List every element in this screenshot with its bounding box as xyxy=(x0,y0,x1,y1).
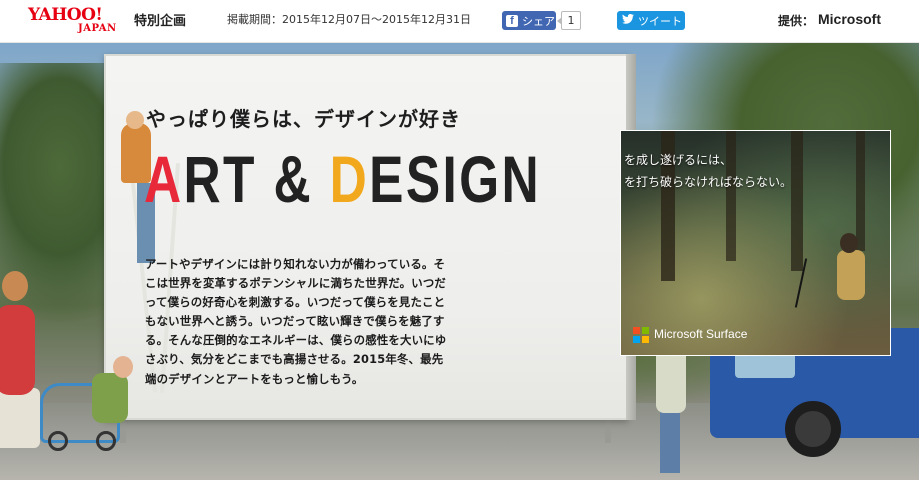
sponsor-label: 提供： xyxy=(778,14,815,28)
child-figurine-head xyxy=(113,356,133,378)
tweet-button[interactable]: ツイート xyxy=(617,11,685,30)
ad-caption-line: を打ち破らなければならない。 xyxy=(624,175,793,189)
body-line: さぶり、気分をどこまでも高揚させる。2015年冬、最先 xyxy=(145,352,444,367)
tagline: やっぱり僕らは、デザインが好き xyxy=(146,107,461,131)
photographer-head xyxy=(840,233,858,253)
facebook-icon: f xyxy=(506,14,518,27)
special-feature-label: 特別企画 xyxy=(134,14,187,29)
body-line: アートやデザインには計り知れない力が備わっている。そ xyxy=(145,257,446,271)
tweet-label: ツイート xyxy=(638,14,682,28)
body-line: る。そんな圧倒的なエネルギーは、僕らの感性を大いにゆ xyxy=(145,333,447,348)
headline-letter-d: D xyxy=(329,142,370,216)
woman-figurine xyxy=(0,305,35,395)
stroller-wheel xyxy=(48,431,68,451)
body-line: もない世界へと誘う。いつだって眩い輝きで僕らを魅了す xyxy=(145,314,445,329)
yahoo-japan-logo[interactable]: YAHOO! JAPAN xyxy=(28,6,132,36)
microsoft-logo-icon xyxy=(633,327,649,343)
yahoo-logo-text: YAHOO! xyxy=(28,5,103,25)
intro-body-copy: アートやデザインには計り知れない力が備わっている。そ こは世界を変革するポテンシ… xyxy=(145,255,490,389)
woman-figurine-head xyxy=(2,271,28,301)
body-line: こは世界を変革するポテンシャルに満ちた世界だ。いつだ xyxy=(145,276,447,291)
art-and-design-headline: A RT & D ESIGN xyxy=(144,139,541,219)
publication-period: 掲載期間：2015年12月07日〜2015年12月31日 xyxy=(227,13,471,26)
header-bar: YAHOO! JAPAN 特別企画 掲載期間：2015年12月07日〜2015年… xyxy=(0,0,919,43)
headline-letter-a: A xyxy=(144,142,184,216)
sponsor-name[interactable]: Microsoft xyxy=(818,11,881,27)
facebook-share-button[interactable]: f シェア xyxy=(502,11,556,30)
child-figurine xyxy=(92,373,128,423)
man-figurine-legs xyxy=(660,411,680,473)
truck-wheel xyxy=(785,401,841,457)
yahoo-logo-subtext: JAPAN xyxy=(78,23,117,34)
headline-rt-and: RT & xyxy=(183,142,330,216)
body-line: って僕らの好奇心を刺激する。いつだって僕らを見たこと xyxy=(145,295,446,310)
body-line: 端のデザインとアートをもっと愉しもう。 xyxy=(145,371,364,386)
ad-caption-line: を成し遂げるには、 xyxy=(624,153,733,167)
headline-esign: ESIGN xyxy=(369,142,542,216)
woman-figurine-skirt xyxy=(0,388,40,448)
ad-caption: を成し遂げるには、 を打ち破らなければならない。 xyxy=(620,149,891,193)
painter-figurine-head xyxy=(126,111,144,129)
facebook-share-label: シェア xyxy=(522,14,555,28)
stroller-wheel xyxy=(96,431,116,451)
twitter-icon xyxy=(622,13,634,27)
photographer-figure xyxy=(837,250,865,300)
ad-brand-name: Microsoft Surface xyxy=(654,327,748,341)
facebook-share-count: 1 xyxy=(557,11,581,30)
